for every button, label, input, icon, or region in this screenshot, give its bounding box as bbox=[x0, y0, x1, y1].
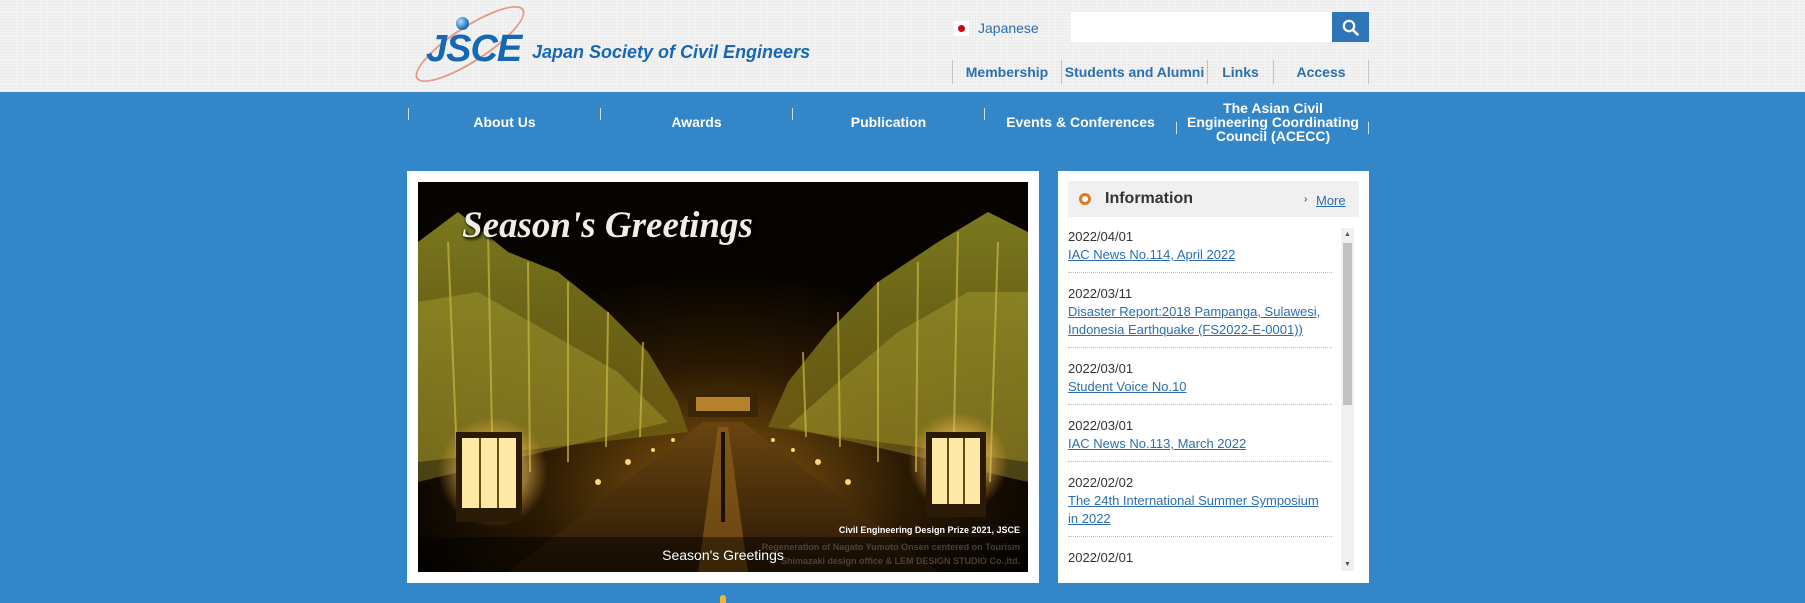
news-link[interactable]: Student Voice No.10 bbox=[1068, 378, 1332, 396]
subnav-access[interactable]: Access bbox=[1273, 60, 1369, 84]
site-logo[interactable]: JSCE Japan Society of Civil Engineers bbox=[406, 0, 826, 94]
japan-flag-icon bbox=[954, 20, 969, 36]
list-item: 2022/02/01 bbox=[1068, 545, 1332, 571]
news-scrollbar[interactable]: ▲ ▼ bbox=[1341, 228, 1354, 571]
language-label[interactable]: Japanese bbox=[978, 20, 1039, 36]
information-panel: Information › More 2022/04/01 IAC News N… bbox=[1058, 171, 1369, 583]
news-link[interactable]: The 24th International Summer Symposium … bbox=[1068, 492, 1332, 528]
partial-icon bbox=[720, 595, 726, 603]
language-switch[interactable]: Japanese bbox=[954, 20, 1039, 36]
list-item: 2022/02/02 The 24th International Summer… bbox=[1068, 470, 1332, 537]
nav-divider bbox=[1176, 122, 1177, 134]
information-title: Information bbox=[1105, 190, 1193, 207]
news-date: 2022/02/02 bbox=[1068, 475, 1134, 490]
news-date: 2022/04/01 bbox=[1068, 229, 1134, 244]
list-item: 2022/03/01 IAC News No.113, March 2022 bbox=[1068, 413, 1332, 462]
nav-awards[interactable]: Awards bbox=[601, 92, 792, 152]
list-item: 2022/03/11 Disaster Report:2018 Pampanga… bbox=[1068, 281, 1332, 348]
logo-name: Japan Society of Civil Engineers bbox=[532, 42, 811, 62]
search-icon bbox=[1342, 19, 1359, 36]
search-input[interactable] bbox=[1071, 12, 1332, 42]
slide-credit: Civil Engineering Design Prize 2021, JSC… bbox=[838, 525, 1020, 535]
news-date: 2022/03/11 bbox=[1068, 286, 1133, 301]
nav-publication[interactable]: Publication bbox=[793, 92, 984, 152]
subnav-links[interactable]: Links bbox=[1207, 60, 1273, 84]
information-header: Information › More bbox=[1068, 181, 1359, 217]
circle-bullet-icon bbox=[1079, 193, 1091, 205]
logo-mark: JSCE bbox=[426, 28, 522, 70]
subnav-membership[interactable]: Membership bbox=[952, 60, 1061, 84]
news-link[interactable]: IAC News No.114, April 2022 bbox=[1068, 246, 1332, 264]
slide-caption[interactable]: Season's Greetings bbox=[418, 537, 1028, 572]
subnav-students-alumni[interactable]: Students and Alumni bbox=[1061, 60, 1207, 84]
news-date: 2022/02/01 bbox=[1068, 550, 1134, 565]
search-button[interactable] bbox=[1332, 12, 1369, 42]
scroll-up-icon[interactable]: ▲ bbox=[1341, 228, 1354, 241]
slide-headline: Season's Greetings bbox=[462, 205, 753, 246]
news-date: 2022/03/01 bbox=[1068, 418, 1134, 433]
site-header: JSCE Japan Society of Civil Engineers Ja… bbox=[0, 0, 1805, 94]
news-date: 2022/03/01 bbox=[1068, 361, 1134, 376]
more-link[interactable]: More bbox=[1316, 193, 1346, 208]
list-item: 2022/04/01 IAC News No.114, April 2022 bbox=[1068, 228, 1332, 273]
main-nav: About Us Awards Publication Events & Con… bbox=[408, 92, 1369, 152]
news-list[interactable]: 2022/04/01 IAC News No.114, April 2022 2… bbox=[1068, 228, 1332, 571]
nav-divider bbox=[1368, 122, 1369, 134]
nav-about-us[interactable]: About Us bbox=[409, 92, 600, 152]
news-link[interactable]: IAC News No.113, March 2022 bbox=[1068, 435, 1332, 453]
scrollbar-thumb[interactable] bbox=[1343, 243, 1352, 405]
chevron-right-icon: › bbox=[1304, 194, 1308, 205]
hero-slider[interactable]: Season's Greetings Civil Engineering Des… bbox=[407, 171, 1039, 583]
utility-nav: Membership Students and Alumni Links Acc… bbox=[952, 60, 1369, 84]
nav-acecc[interactable]: The Asian Civil Engineering Coordinating… bbox=[1178, 92, 1368, 152]
scroll-down-icon[interactable]: ▼ bbox=[1341, 558, 1354, 571]
list-item: 2022/03/01 Student Voice No.10 bbox=[1068, 356, 1332, 405]
nav-events-conferences[interactable]: Events & Conferences bbox=[985, 92, 1176, 152]
slide-image[interactable]: Season's Greetings Civil Engineering Des… bbox=[418, 182, 1028, 572]
news-link[interactable]: Disaster Report:2018 Pampanga, Sulawesi,… bbox=[1068, 303, 1332, 339]
